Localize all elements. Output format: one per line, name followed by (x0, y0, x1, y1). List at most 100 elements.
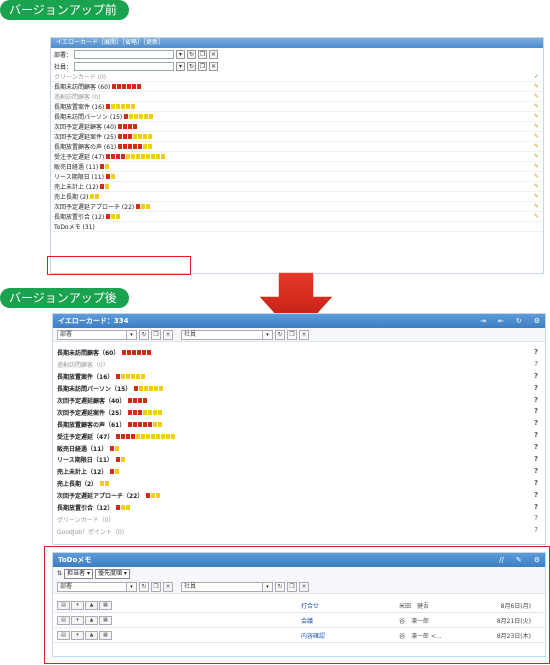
todo-staff-dropdown-icon[interactable]: ▾ (263, 581, 273, 592)
new-list-item[interactable]: グリーンカード（0）? (53, 513, 545, 525)
edit-icon[interactable]: ✎ (534, 143, 539, 150)
todo-settings-icon[interactable]: ⚙ (534, 553, 540, 567)
old-list-item[interactable]: 長期放置顧客の声 (61) ✎ (51, 142, 543, 152)
edit-icon[interactable]: ✎ (534, 163, 539, 170)
help-icon[interactable]: ? (534, 360, 538, 368)
new-list-item[interactable]: 次回予定遅延案件（25）? (53, 406, 545, 418)
help-icon[interactable]: ? (534, 443, 538, 451)
old-list-item[interactable]: 次回予定遅延案件 (25) ✎ (51, 132, 543, 142)
new-dept-input[interactable]: 部署 (57, 329, 127, 340)
up-icon[interactable]: ▲ (85, 630, 98, 640)
edit-icon[interactable]: ✎ (516, 553, 522, 567)
new-dept-dropdown-icon[interactable]: ▾ (127, 329, 137, 340)
edit-icon[interactable]: ✎ (534, 173, 539, 180)
todo-staff-input[interactable]: 社員 (181, 581, 263, 592)
old-list-item[interactable]: 過剰訪問顧客 (0) ✎ (51, 92, 543, 102)
todo-dept-copy-icon[interactable]: ❐ (151, 581, 161, 592)
todo-row[interactable]: ▤ ▾ ▲ ▦ 内容確認 谷 凛一郎 <... 8月23日(木) (53, 628, 545, 643)
old-list-item[interactable]: 売上長期 (2) ✎ (51, 192, 543, 202)
old-staff-input[interactable] (74, 61, 174, 71)
edit-icon[interactable]: ✎ (534, 153, 539, 160)
help-icon[interactable]: ? (534, 467, 538, 475)
old-staff-refresh-icon[interactable]: ↻ (187, 61, 196, 71)
new-dept-copy-icon[interactable]: ❐ (151, 329, 161, 340)
old-dept-dropdown-button[interactable]: ▾ (176, 49, 185, 59)
up-icon[interactable]: ▲ (85, 615, 98, 625)
help-icon[interactable]: ? (534, 396, 538, 404)
old-list-item[interactable]: 長期未訪問顧客 (60) ✎ (51, 82, 543, 92)
priority-select[interactable]: 優先度順 ▾ (94, 568, 130, 579)
expand-icon[interactable]: ⇥ (480, 314, 486, 328)
old-list-item[interactable]: 受注予定遅延 (47) ✎ (51, 152, 543, 162)
old-list-item[interactable]: 次回予定遅延顧客 (40) ✎ (51, 122, 543, 132)
new-list-item[interactable]: 長期未訪問顧客（60）? (53, 347, 545, 359)
new-staff-clear-icon[interactable]: × (299, 329, 309, 340)
new-staff-input[interactable]: 社員 (181, 329, 263, 340)
collapse-icon[interactable]: ⇤ (498, 314, 504, 328)
menu-icon[interactable]: ▤ (57, 615, 70, 625)
new-list-item[interactable]: 長期放置案件（16）? (53, 371, 545, 383)
list-icon[interactable]: // (499, 553, 504, 567)
old-dept-clear-icon[interactable]: × (209, 49, 218, 59)
new-list-item[interactable]: 過剰訪問顧客（0）? (53, 359, 545, 371)
old-list-item[interactable]: グリーンカード (0) ✓ (51, 72, 543, 82)
old-staff-copy-icon[interactable]: ❐ (198, 61, 207, 71)
edit-icon[interactable]: ✎ (534, 193, 539, 200)
todo-row[interactable]: ▤ ▾ ▲ ▦ 会議 谷 凛一郎 8月21日(火) (53, 613, 545, 628)
edit-icon[interactable]: ✎ (534, 183, 539, 190)
new-list-item[interactable]: 長期放置引合（12）? (53, 502, 545, 514)
help-icon[interactable]: ? (534, 479, 538, 487)
up-icon[interactable]: ▲ (85, 600, 98, 610)
new-staff-dropdown-icon[interactable]: ▾ (263, 329, 273, 340)
todo-title-link[interactable]: 内容確認 (301, 631, 325, 640)
new-dept-clear-icon[interactable]: × (163, 329, 173, 340)
todo-staff-copy-icon[interactable]: ❐ (287, 581, 297, 592)
todo-title-link[interactable]: 会議 (301, 616, 313, 625)
help-icon[interactable]: ? (534, 348, 538, 356)
help-icon[interactable]: ? (534, 407, 538, 415)
lock-icon[interactable]: ▦ (99, 630, 112, 640)
todo-title-link[interactable]: 打合せ (301, 601, 319, 610)
help-icon[interactable]: ? (534, 455, 538, 463)
edit-icon[interactable]: ✎ (534, 83, 539, 90)
help-icon[interactable]: ? (534, 384, 538, 392)
assignee-select[interactable]: 担当者 ▾ (64, 568, 93, 579)
help-icon[interactable]: ? (534, 514, 538, 522)
new-staff-copy-icon[interactable]: ❐ (287, 329, 297, 340)
old-dept-input[interactable] (74, 49, 174, 59)
new-list-item[interactable]: 次回予定遅延アプローチ（22）? (53, 490, 545, 502)
edit-icon[interactable]: ✎ (534, 113, 539, 120)
new-list-item[interactable]: GoodJob！ポイント（0）? (53, 525, 545, 537)
old-list-item[interactable]: 売上未計上 (12) ✎ (51, 182, 543, 192)
new-dept-refresh-icon[interactable]: ↻ (139, 329, 149, 340)
help-icon[interactable]: ? (534, 503, 538, 511)
old-list-item[interactable]: リース期限日 (11) ✎ (51, 172, 543, 182)
new-list-item[interactable]: 受注予定遅延（47）? (53, 430, 545, 442)
dropdown-icon[interactable]: ▾ (71, 600, 84, 610)
new-staff-refresh-icon[interactable]: ↻ (275, 329, 285, 340)
edit-icon[interactable]: ✎ (534, 123, 539, 130)
old-list-item[interactable]: 長期放置案件 (16) ✎ (51, 102, 543, 112)
old-list-item[interactable]: ToDoメモ (31) (51, 222, 543, 232)
lock-icon[interactable]: ▦ (99, 615, 112, 625)
new-list-item[interactable]: 販売日経過（11）? (53, 442, 545, 454)
new-list-item[interactable]: 次回予定遅延顧客（40）? (53, 395, 545, 407)
menu-icon[interactable]: ▤ (57, 630, 70, 640)
new-list-item[interactable]: 長期未訪問パーソン（15）? (53, 383, 545, 395)
sort-icon[interactable]: ⇅ (57, 570, 62, 577)
todo-staff-refresh-icon[interactable]: ↻ (275, 581, 285, 592)
todo-staff-clear-icon[interactable]: × (299, 581, 309, 592)
todo-dept-dropdown-icon[interactable]: ▾ (127, 581, 137, 592)
old-list-item[interactable]: 販売日経過 (11) ✎ (51, 162, 543, 172)
old-list-item[interactable]: 次回予定遅延アプローチ (22) ✎ (51, 202, 543, 212)
help-icon[interactable]: ? (534, 372, 538, 380)
dropdown-icon[interactable]: ▾ (71, 630, 84, 640)
lock-icon[interactable]: ▦ (99, 600, 112, 610)
old-staff-clear-icon[interactable]: × (209, 61, 218, 71)
edit-icon[interactable]: ✎ (534, 213, 539, 220)
todo-dept-clear-icon[interactable]: × (163, 581, 173, 592)
new-list-item[interactable]: 売上未計上（12）? (53, 466, 545, 478)
help-icon[interactable]: ? (534, 431, 538, 439)
old-list-item[interactable]: 長期未訪問パーソン (15) ✎ (51, 112, 543, 122)
help-icon[interactable]: ? (534, 526, 538, 534)
